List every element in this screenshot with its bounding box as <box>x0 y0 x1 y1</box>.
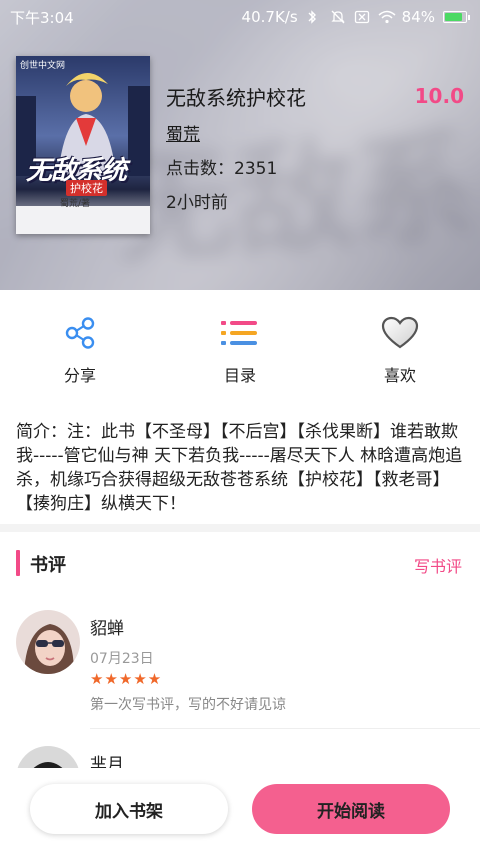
reviewer-name: 貂蝉 <box>90 619 124 639</box>
bottom-bar: 加入书架 开始阅读 <box>0 768 480 853</box>
catalog-label: 目录 <box>223 366 256 385</box>
heart-icon <box>381 314 419 352</box>
share-label: 分享 <box>63 366 96 385</box>
avatar <box>16 610 80 674</box>
section-divider <box>0 524 480 532</box>
mute-icon <box>330 10 346 24</box>
like-button[interactable]: 喜欢 <box>320 300 480 396</box>
book-click-count: 点击数：2351 <box>166 159 278 179</box>
add-to-shelf-button[interactable]: 加入书架 <box>30 784 228 834</box>
status-bar: 下午3:04 40.7K/s 84% <box>0 0 480 34</box>
battery-percent: 84% <box>401 8 435 26</box>
start-reading-button[interactable]: 开始阅读 <box>252 784 450 834</box>
write-review-button[interactable]: 写书评 <box>414 553 462 577</box>
book-author-link[interactable]: 蜀荒 <box>166 120 200 145</box>
catalog-button[interactable]: 目录 <box>160 300 320 396</box>
cover-subtitle: 护校花 <box>66 180 107 196</box>
wifi-icon <box>378 10 396 24</box>
status-time: 下午3:04 <box>10 8 74 27</box>
book-intro: 简介：注：此书【不圣母】【不后宫】【杀伐果断】谁若敢欺我-----管它仙与神 天… <box>16 422 463 514</box>
network-speed: 40.7K/s <box>241 8 298 26</box>
review-text: 第一次写书评，写的不好请见谅 <box>90 697 286 713</box>
catalog-icon <box>221 314 259 352</box>
book-cover[interactable]: 创世中文网 无敌系统 护校花 蜀荒/著 <box>16 56 150 234</box>
book-update-time: 2小时前 <box>166 193 228 213</box>
share-button[interactable]: 分享 <box>0 300 160 396</box>
review-divider <box>90 728 480 729</box>
no-sim-icon <box>354 10 370 24</box>
like-label: 喜欢 <box>383 366 416 385</box>
action-row: 分享 目录 喜欢 <box>0 300 480 396</box>
reviews-accent-bar <box>16 550 20 576</box>
bluetooth-icon <box>306 10 322 24</box>
reviews-title: 书评 <box>30 555 66 576</box>
book-title: 无敌系统护校花 <box>166 86 306 110</box>
book-header: 无敌系统 下午3:04 40.7K/s 84% 创世中文网 无敌系统 护校花 蜀… <box>0 0 480 290</box>
reviews-header: 书评 写书评 <box>0 546 480 580</box>
cover-author: 蜀荒/著 <box>60 199 91 209</box>
cover-brand: 创世中文网 <box>20 61 66 71</box>
review-stars: ★★★★★ <box>90 670 163 688</box>
share-icon <box>61 314 99 352</box>
battery-icon <box>443 11 470 23</box>
review-item[interactable]: 貂蝉 07月23日 ★★★★★ 第一次写书评，写的不好请见谅 <box>0 606 480 729</box>
book-score: 10.0 <box>414 84 464 108</box>
review-date: 07月23日 <box>90 651 154 667</box>
